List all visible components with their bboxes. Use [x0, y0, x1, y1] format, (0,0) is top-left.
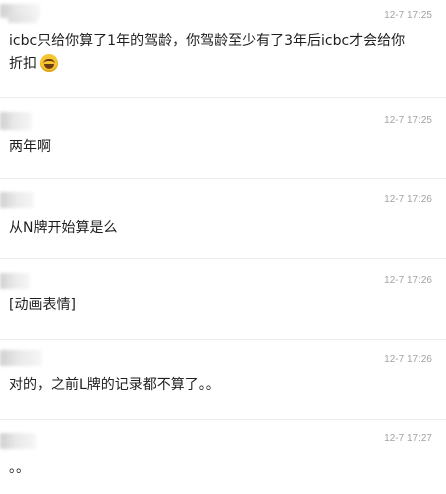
comment-timestamp: 12-7 17:26 [384, 275, 432, 286]
avatar[interactable] [0, 112, 32, 130]
comment-text: 两年啊 [9, 139, 51, 155]
comment-item: 12-7 17:25 两年啊 [0, 98, 446, 178]
avatar[interactable] [0, 350, 42, 366]
comment-timestamp: 12-7 17:26 [384, 354, 432, 365]
comment-timestamp: 12-7 17:25 [384, 10, 432, 21]
comment-text-line-2: 折扣 [9, 56, 37, 72]
comment-item: 12-7 17:26 [动画表情] [0, 259, 446, 339]
comment-timestamp: 12-7 17:27 [384, 433, 432, 444]
comment-text: icbc只给你算了1年的驾龄，你驾龄至少有了3年后icbc才会给你 折扣 [9, 30, 432, 76]
avatar[interactable] [0, 192, 34, 208]
comment-item: 12-7 17:25 icbc只给你算了1年的驾龄，你驾龄至少有了3年后icbc… [0, 0, 446, 100]
comment-text: 对的，之前L牌的记录都不算了。。 [9, 377, 220, 393]
comment-item: 12-7 17:26 从N牌开始算是么 [0, 179, 446, 259]
comment-text: 从N牌开始算是么 [9, 220, 118, 236]
avatar[interactable] [0, 433, 36, 449]
comment-text-line-1: icbc只给你算了1年的驾龄，你驾龄至少有了3年后icbc才会给你 [9, 33, 406, 49]
comment-timestamp: 12-7 17:26 [384, 194, 432, 205]
comment-item: 12-7 17:27 。。 [0, 420, 446, 494]
comment-item: 12-7 17:26 对的，之前L牌的记录都不算了。。 [0, 340, 446, 420]
username[interactable] [8, 14, 38, 23]
comment-timestamp: 12-7 17:25 [384, 115, 432, 126]
comment-text: [动画表情] [9, 297, 76, 313]
avatar[interactable] [0, 273, 30, 289]
comment-text: 。。 [9, 460, 30, 476]
laughing-crying-emoji-icon [40, 54, 58, 72]
